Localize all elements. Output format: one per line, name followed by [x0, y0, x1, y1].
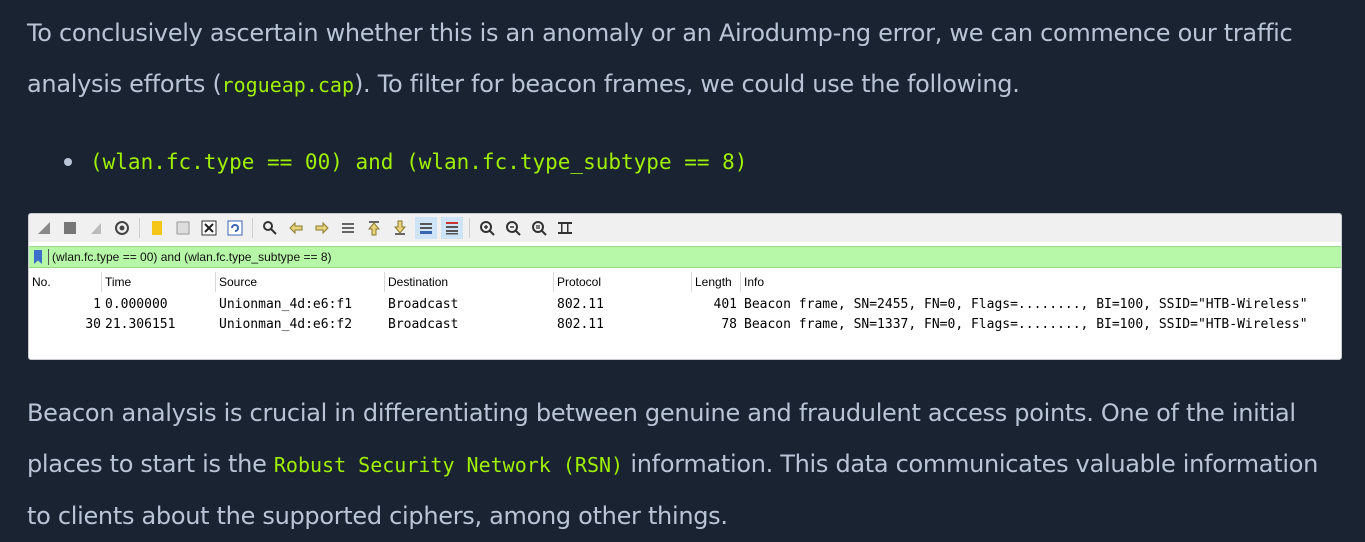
close-file-icon[interactable]: [198, 217, 220, 239]
cell-info[interactable]: Beacon frame, SN=2455, FN=0, Flags=.....…: [744, 297, 1308, 312]
resize-columns-icon[interactable]: [554, 217, 576, 239]
bullet-filter-code: (wlan.fc.type == 00) and (wlan.fc.type_s…: [90, 150, 748, 174]
packet-list: No. Time Source Destination Protocol Len…: [29, 272, 1341, 359]
column-header-protocol[interactable]: Protocol: [557, 275, 601, 291]
last-packet-icon[interactable]: [389, 217, 411, 239]
autoscroll-icon[interactable]: [415, 217, 437, 239]
reload-file-icon[interactable]: [224, 217, 246, 239]
wireshark-screenshot: (wlan.fc.type == 00) and (wlan.fc.type_s…: [28, 213, 1342, 360]
cell-info[interactable]: Beacon frame, SN=1337, FN=0, Flags=.....…: [744, 317, 1308, 332]
column-header-destination[interactable]: Destination: [388, 275, 448, 291]
column-divider: [101, 272, 102, 292]
first-packet-icon[interactable]: [363, 217, 385, 239]
go-to-packet-icon[interactable]: [337, 217, 359, 239]
bullet-dot-icon: [64, 158, 72, 166]
column-divider: [215, 272, 216, 292]
outro-code-rsn: Robust Security Network (RSN): [273, 453, 624, 477]
cell-source[interactable]: Unionman_4d:e6:f1: [219, 297, 352, 312]
stop-capture-icon[interactable]: [59, 217, 81, 239]
wireshark-toolbar: [29, 214, 1341, 242]
cell-length[interactable]: 78: [699, 317, 737, 332]
column-header-info[interactable]: Info: [744, 275, 764, 291]
shark-fin-start-icon[interactable]: [33, 217, 55, 239]
save-file-icon[interactable]: [172, 217, 194, 239]
open-file-icon[interactable]: [146, 217, 168, 239]
toolbar-separator: [469, 218, 470, 238]
go-back-icon[interactable]: [285, 217, 307, 239]
column-divider: [740, 272, 741, 292]
bullet-list-item: (wlan.fc.type == 00) and (wlan.fc.type_s…: [64, 142, 747, 182]
column-divider: [691, 272, 692, 292]
cell-time[interactable]: 21.306151: [105, 317, 175, 332]
display-filter-bar[interactable]: (wlan.fc.type == 00) and (wlan.fc.type_s…: [29, 246, 1341, 268]
normal-size-icon[interactable]: [528, 217, 550, 239]
cell-time[interactable]: 0.000000: [105, 297, 168, 312]
column-divider: [553, 272, 554, 292]
zoom-in-icon[interactable]: [476, 217, 498, 239]
column-header-length[interactable]: Length: [695, 275, 732, 291]
find-packet-icon[interactable]: [259, 217, 281, 239]
column-header-time[interactable]: Time: [105, 275, 131, 291]
toolbar-separator: [139, 218, 140, 238]
column-divider: [384, 272, 385, 292]
cell-no[interactable]: 30: [69, 317, 101, 332]
outro-paragraph: Beacon analysis is crucial in differenti…: [27, 388, 1347, 542]
toolbar-separator: [252, 218, 253, 238]
cell-protocol[interactable]: 802.11: [557, 297, 604, 312]
cell-destination[interactable]: Broadcast: [388, 297, 458, 312]
cell-protocol[interactable]: 802.11: [557, 317, 604, 332]
capture-options-icon[interactable]: [111, 217, 133, 239]
column-header-source[interactable]: Source: [219, 275, 257, 291]
cell-source[interactable]: Unionman_4d:e6:f2: [219, 317, 352, 332]
cell-length[interactable]: 401: [699, 297, 737, 312]
zoom-out-icon[interactable]: [502, 217, 524, 239]
colorize-icon[interactable]: [441, 217, 463, 239]
bookmark-icon[interactable]: [34, 250, 42, 264]
intro-paragraph: To conclusively ascertain whether this i…: [27, 8, 1347, 111]
column-header-no[interactable]: No.: [32, 275, 51, 291]
intro-code-filename: rogueap.cap: [221, 73, 354, 97]
cell-no[interactable]: 1: [69, 297, 101, 312]
intro-text-2: ). To filter for beacon frames, we could…: [353, 70, 1020, 98]
cell-destination[interactable]: Broadcast: [388, 317, 458, 332]
display-filter-input[interactable]: (wlan.fc.type == 00) and (wlan.fc.type_s…: [48, 249, 332, 265]
restart-capture-icon[interactable]: [85, 217, 107, 239]
go-forward-icon[interactable]: [311, 217, 333, 239]
